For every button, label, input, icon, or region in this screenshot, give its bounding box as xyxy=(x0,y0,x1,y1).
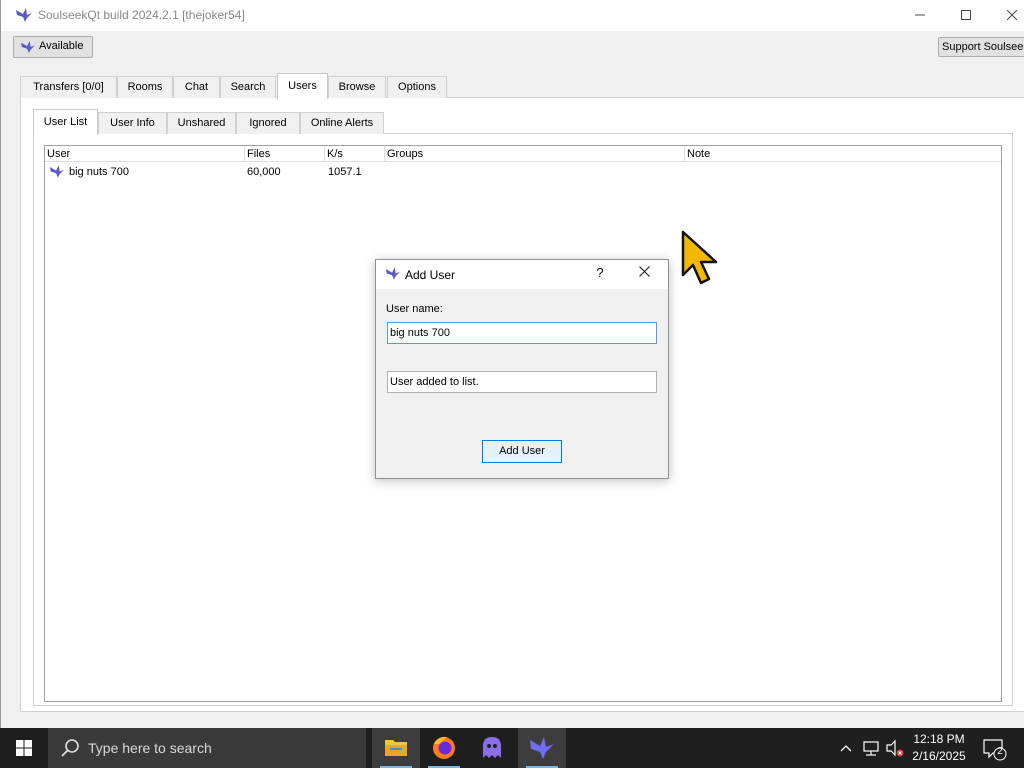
column-header-user[interactable]: User xyxy=(45,146,245,162)
soulseek-bird-icon xyxy=(16,8,32,22)
cell-files: 60,000 xyxy=(247,166,281,178)
volume-muted-icon xyxy=(886,739,904,757)
tab-chat[interactable]: Chat xyxy=(173,76,220,98)
tab-user-list[interactable]: User List xyxy=(33,109,98,135)
username-label: User name: xyxy=(386,303,443,315)
tab-user-info[interactable]: User Info xyxy=(98,112,167,134)
tray-overflow-chevron[interactable] xyxy=(836,728,856,768)
notification-center[interactable]: 2 xyxy=(980,728,1010,768)
table-header: User Files K/s Groups Note xyxy=(45,146,1001,162)
windows-logo-icon xyxy=(16,740,32,756)
tab-unshared[interactable]: Unshared xyxy=(167,112,236,134)
dialog-title: Add User xyxy=(405,268,456,282)
dialog-close-button[interactable] xyxy=(634,264,654,282)
tray-network[interactable] xyxy=(860,728,882,768)
notification-count: 2 xyxy=(997,746,1003,757)
tab-browse[interactable]: Browse xyxy=(328,76,386,98)
network-icon xyxy=(863,741,879,756)
soulseek-bird-icon xyxy=(21,40,35,54)
file-explorer-icon xyxy=(385,740,407,756)
taskbar: Type here to search 12:18 PM 2/16/2025 2 xyxy=(0,728,1024,768)
chevron-up-icon xyxy=(840,745,852,752)
status-available-button[interactable]: Available xyxy=(13,36,93,58)
maximize-icon xyxy=(961,10,971,20)
tray-volume[interactable] xyxy=(884,728,906,768)
support-soulseek-button[interactable]: Support Soulseek xyxy=(938,37,1024,57)
close-button[interactable] xyxy=(989,0,1024,31)
cell-groups xyxy=(387,163,683,182)
minimize-button[interactable] xyxy=(897,0,943,31)
add-user-button[interactable]: Add User xyxy=(482,440,562,463)
soulseek-icon xyxy=(530,737,554,759)
clock-date: 2/16/2025 xyxy=(912,749,966,763)
mouse-cursor-icon xyxy=(681,230,718,285)
taskbar-soulseek[interactable] xyxy=(518,728,566,768)
close-icon xyxy=(1006,9,1018,21)
search-icon xyxy=(61,739,79,757)
username-input[interactable]: big nuts 700 xyxy=(387,322,657,344)
tab-online-alerts[interactable]: Online Alerts xyxy=(300,112,384,134)
taskbar-file-explorer[interactable] xyxy=(372,728,420,768)
ghost-app-icon xyxy=(483,737,501,758)
add-user-dialog: Add User ? User name: big nuts 700 User … xyxy=(375,259,669,479)
cell-user: big nuts 700 xyxy=(69,166,129,178)
tab-rooms[interactable]: Rooms xyxy=(117,76,173,98)
tab-search[interactable]: Search xyxy=(220,76,276,98)
firefox-icon xyxy=(433,736,455,759)
window-title: SoulseekQt build 2024.2.1 [thejoker54] xyxy=(38,8,245,22)
soulseek-bird-icon xyxy=(49,165,65,178)
tab-users[interactable]: Users xyxy=(277,73,328,99)
status-label: Available xyxy=(39,40,84,52)
taskbar-search-box[interactable]: Type here to search xyxy=(48,728,366,768)
taskbar-clock[interactable]: 12:18 PM 2/16/2025 xyxy=(906,731,972,765)
table-row[interactable]: big nuts 700 60,000 1057.1 xyxy=(45,163,1001,182)
column-header-groups[interactable]: Groups xyxy=(385,146,685,162)
dialog-title-bar[interactable]: Add User ? xyxy=(376,260,668,289)
column-header-note[interactable]: Note xyxy=(685,146,1001,162)
taskbar-firefox[interactable] xyxy=(420,728,468,768)
minimize-icon xyxy=(915,14,925,16)
status-message-field: User added to list. xyxy=(387,371,657,393)
soulseek-bird-icon xyxy=(385,267,401,280)
dialog-help-button[interactable]: ? xyxy=(592,265,608,280)
tab-options[interactable]: Options xyxy=(387,76,447,98)
search-placeholder: Type here to search xyxy=(88,740,212,756)
tab-transfers[interactable]: Transfers [0/0] xyxy=(20,76,117,98)
column-header-files[interactable]: Files xyxy=(245,146,325,162)
close-icon xyxy=(638,266,650,277)
column-header-speed[interactable]: K/s xyxy=(325,146,385,162)
cell-speed: 1057.1 xyxy=(328,166,362,178)
start-button[interactable] xyxy=(0,728,48,768)
notification-icon xyxy=(983,739,1007,761)
maximize-button[interactable] xyxy=(943,0,989,31)
cell-note xyxy=(687,163,987,182)
taskbar-ghost-app[interactable] xyxy=(468,728,516,768)
title-bar[interactable]: SoulseekQt build 2024.2.1 [thejoker54] xyxy=(1,0,1024,31)
clock-time: 12:18 PM xyxy=(913,732,965,746)
tab-ignored[interactable]: Ignored xyxy=(236,112,300,134)
